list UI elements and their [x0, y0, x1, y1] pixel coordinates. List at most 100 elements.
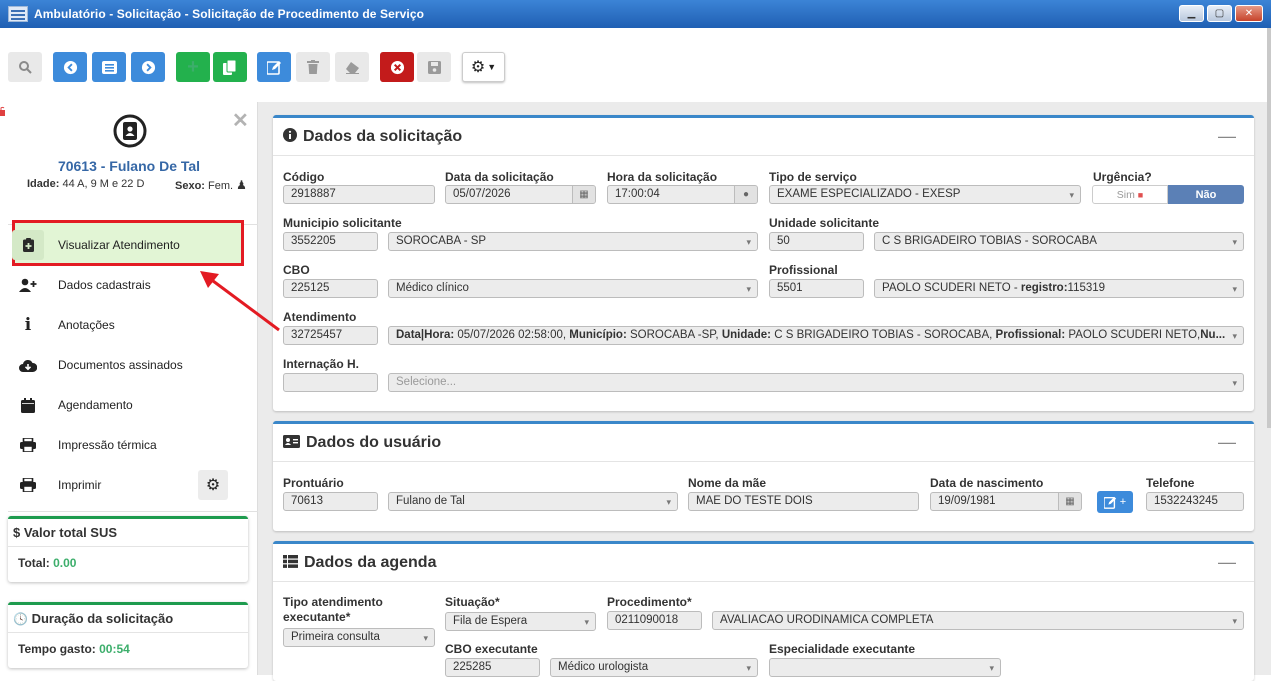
label-nome-mae: Nome da mãe	[688, 476, 767, 490]
clock-icon: 🕓	[13, 612, 28, 626]
label-data-nascimento: Data de nascimento	[930, 476, 1044, 490]
cbo-executante-codigo-field[interactable]: 225285	[445, 658, 540, 677]
cbo-select[interactable]: Médico clínico	[388, 279, 758, 298]
menu-agendamento[interactable]: Agendamento	[12, 386, 244, 424]
save-button[interactable]	[417, 52, 451, 82]
eraser-icon	[345, 61, 359, 74]
save-icon	[427, 60, 441, 74]
tipo-servico-select[interactable]: EXAME ESPECIALIZADO - EXESP	[769, 185, 1081, 204]
trash-icon	[307, 60, 319, 74]
cloud-download-icon	[12, 350, 44, 380]
cbo-codigo-field[interactable]: 225125	[283, 279, 378, 298]
list-button[interactable]	[92, 52, 126, 82]
hora-solicitacao-field[interactable]: 17:00:04 ●	[607, 185, 758, 204]
next-button[interactable]	[131, 52, 165, 82]
list-icon	[101, 60, 117, 74]
data-solicitacao-field[interactable]: 05/07/2026 ▦	[445, 185, 596, 204]
cbo-executante-select[interactable]: Médico urologista	[550, 658, 758, 677]
profissional-select[interactable]: PAOLO SCUDERI NETO - registro:115319	[874, 279, 1244, 298]
clock-icon[interactable]: ●	[734, 186, 757, 203]
calendar-icon[interactable]: ▦	[1058, 493, 1081, 510]
especialidade-executante-select[interactable]	[769, 658, 1001, 677]
label-unidade: Unidade solicitante	[769, 216, 880, 230]
cancel-button[interactable]	[380, 52, 414, 82]
label-municipio: Municipio solicitante	[283, 216, 402, 230]
label-situacao: Situação*	[445, 595, 500, 609]
print-settings-gear-icon[interactable]: ⚙	[198, 470, 228, 500]
codigo-field[interactable]: 2918887	[283, 185, 435, 204]
arrow-right-circle-icon	[141, 60, 155, 74]
panel-usuario-header: Dados do usuário	[273, 424, 1254, 462]
menu-visualizar-atendimento[interactable]: Visualizar Atendimento	[12, 226, 244, 264]
search-button[interactable]	[8, 52, 42, 82]
settings-dropdown-button[interactable]: ⚙ ▼	[462, 52, 505, 82]
edit-user-button[interactable]: +	[1097, 491, 1133, 513]
patient-sex: Sexo: Fem. ♟	[175, 178, 247, 192]
panel-dados-agenda: Dados da agenda — Tipo atendimento execu…	[273, 541, 1254, 681]
patient-card-icon	[113, 114, 147, 148]
calendar-icon[interactable]: ▦	[572, 186, 595, 203]
valor-total: Total: 0.00	[18, 556, 77, 570]
unidade-codigo-field[interactable]: 50	[769, 232, 864, 251]
unidade-select[interactable]: C S BRIGADEIRO TOBIAS - SOROCABA	[874, 232, 1244, 251]
profissional-codigo-field[interactable]: 5501	[769, 279, 864, 298]
app-icon	[8, 6, 28, 22]
nome-mae-field[interactable]: MAE DO TESTE DOIS	[688, 492, 919, 511]
window-title: Ambulatório - Solicitação - Solicitação …	[34, 7, 425, 21]
label-telefone: Telefone	[1146, 476, 1195, 490]
collapse-usuario-icon[interactable]: —	[1218, 432, 1236, 453]
close-sidebar-icon[interactable]: ✕	[232, 108, 249, 133]
atendimento-select[interactable]: Data|Hora: 05/07/2026 02:58:00, Municípi…	[388, 326, 1244, 345]
procedimento-codigo-field[interactable]: 0211090018	[607, 611, 702, 630]
menu-documentos-assinados[interactable]: Documentos assinados	[12, 346, 244, 384]
maximize-button[interactable]: ▢	[1207, 5, 1232, 22]
label-procedimento: Procedimento*	[607, 595, 692, 609]
user-plus-icon	[12, 270, 44, 300]
label-tipo-servico: Tipo de serviço	[769, 170, 857, 184]
prontuario-field[interactable]: 70613	[283, 492, 378, 511]
search-icon	[19, 61, 32, 74]
label-tipo-atendimento: Tipo atendimento	[283, 595, 383, 609]
collapse-solicitacao-icon[interactable]: —	[1218, 126, 1236, 147]
minimize-button[interactable]: ▁	[1179, 5, 1204, 22]
clear-button[interactable]	[335, 52, 369, 82]
municipio-select[interactable]: SOROCABA - SP	[388, 232, 758, 251]
collapse-agenda-icon[interactable]: —	[1218, 552, 1236, 573]
label-tipo-atendimento-line2: executante*	[283, 610, 351, 624]
close-circle-icon	[390, 60, 404, 74]
add-button[interactable]: +	[176, 52, 210, 82]
info-circle-icon	[283, 128, 297, 145]
close-window-button[interactable]: ✕	[1235, 5, 1263, 22]
copy-button[interactable]	[213, 52, 247, 82]
internacao-codigo-field[interactable]	[283, 373, 378, 392]
label-cbo: CBO	[283, 263, 310, 277]
municipio-codigo-field[interactable]: 3552205	[283, 232, 378, 251]
scrollbar[interactable]	[1267, 28, 1271, 428]
panel-agenda-header: Dados da agenda	[273, 544, 1254, 582]
valor-total-box: $ Valor total SUS Total: 0.00	[8, 516, 248, 582]
situacao-select[interactable]: Fila de Espera	[445, 612, 596, 631]
label-especialidade-executante: Especialidade executante	[769, 642, 916, 656]
label-atendimento: Atendimento	[283, 310, 357, 324]
data-nascimento-field[interactable]: 19/09/1981 ▦	[930, 492, 1082, 511]
menu-impressao-termica[interactable]: Impressão térmica	[12, 426, 244, 464]
procedimento-select[interactable]: AVALIACAO URODINAMICA COMPLETA	[712, 611, 1244, 630]
internacao-select[interactable]: Selecione...	[388, 373, 1244, 392]
previous-button[interactable]	[53, 52, 87, 82]
tipo-atendimento-select[interactable]: Primeira consulta	[283, 628, 435, 647]
sidebar: ✕ 70613 - Fulano De Tal Idade: 44 A, 9 M…	[0, 102, 258, 675]
duracao-title: 🕓 Duração da solicitação	[8, 605, 248, 633]
panel-dados-usuario: Dados do usuário — Prontuário 70613 Fula…	[273, 421, 1254, 531]
urgencia-sim-toggle[interactable]: Sim ■	[1092, 185, 1168, 204]
usuario-nome-select[interactable]: Fulano de Tal	[388, 492, 678, 511]
atendimento-codigo-field[interactable]: 32725457	[283, 326, 378, 345]
edit-button[interactable]	[257, 52, 291, 82]
label-hora-solicitacao: Hora da solicitação	[607, 170, 718, 184]
valor-total-title: $ Valor total SUS	[8, 519, 248, 547]
telefone-field[interactable]: 1532243245	[1146, 492, 1244, 511]
edit-icon	[1103, 496, 1116, 509]
delete-button[interactable]	[296, 52, 330, 82]
urgencia-nao-toggle[interactable]: Não	[1168, 185, 1244, 204]
lock-icon: ■	[1137, 189, 1144, 200]
caret-down-icon: ▼	[487, 62, 497, 72]
